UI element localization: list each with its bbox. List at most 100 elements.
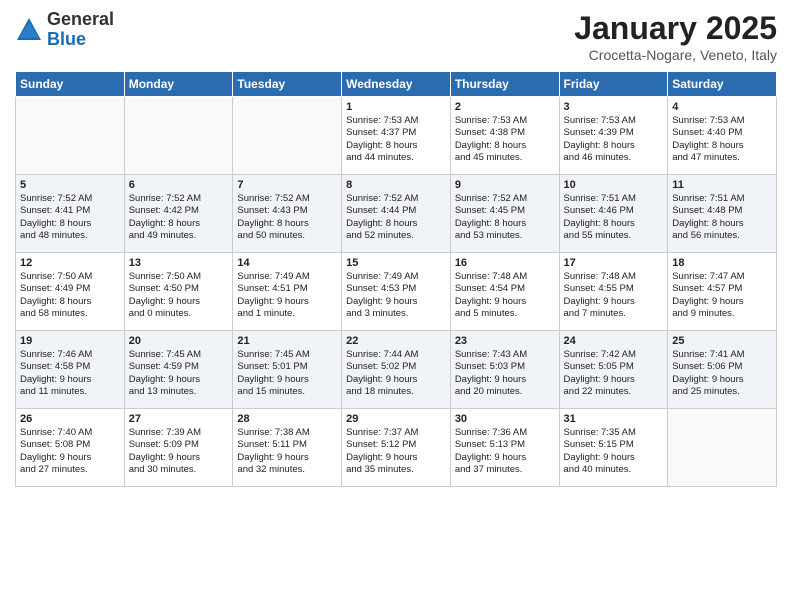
day-number: 9	[455, 179, 555, 191]
table-row: 12Sunrise: 7:50 AMSunset: 4:49 PMDayligh…	[16, 253, 125, 331]
table-row: 2Sunrise: 7:53 AMSunset: 4:38 PMDaylight…	[450, 97, 559, 175]
cell-text-line: Sunrise: 7:38 AM	[237, 427, 337, 439]
day-number: 29	[346, 413, 446, 425]
cell-text-line: Sunset: 4:58 PM	[20, 361, 120, 373]
cell-text-line: Sunrise: 7:43 AM	[455, 349, 555, 361]
cell-text-line: and 25 minutes.	[672, 386, 772, 398]
day-number: 25	[672, 335, 772, 347]
day-number: 17	[564, 257, 664, 269]
cell-text-line: Daylight: 8 hours	[20, 296, 120, 308]
table-row: 29Sunrise: 7:37 AMSunset: 5:12 PMDayligh…	[342, 409, 451, 487]
cell-text-line: and 58 minutes.	[20, 308, 120, 320]
cell-text-line: Sunset: 5:03 PM	[455, 361, 555, 373]
table-row: 19Sunrise: 7:46 AMSunset: 4:58 PMDayligh…	[16, 331, 125, 409]
table-row: 17Sunrise: 7:48 AMSunset: 4:55 PMDayligh…	[559, 253, 668, 331]
day-number: 26	[20, 413, 120, 425]
table-row: 28Sunrise: 7:38 AMSunset: 5:11 PMDayligh…	[233, 409, 342, 487]
table-row: 14Sunrise: 7:49 AMSunset: 4:51 PMDayligh…	[233, 253, 342, 331]
cell-text-line: Sunset: 4:55 PM	[564, 283, 664, 295]
cell-text-line: Daylight: 9 hours	[455, 374, 555, 386]
cell-text-line: Daylight: 9 hours	[564, 452, 664, 464]
cell-text-line: Sunrise: 7:37 AM	[346, 427, 446, 439]
table-row: 8Sunrise: 7:52 AMSunset: 4:44 PMDaylight…	[342, 175, 451, 253]
cell-text-line: and 18 minutes.	[346, 386, 446, 398]
cell-text-line: and 9 minutes.	[672, 308, 772, 320]
cell-text-line: Sunset: 4:48 PM	[672, 205, 772, 217]
cell-text-line: Sunset: 5:15 PM	[564, 439, 664, 451]
table-row	[16, 97, 125, 175]
header-tuesday: Tuesday	[233, 72, 342, 97]
cell-text-line: and 5 minutes.	[455, 308, 555, 320]
cell-text-line: Sunrise: 7:48 AM	[564, 271, 664, 283]
cell-text-line: Daylight: 9 hours	[129, 296, 229, 308]
cell-text-line: and 55 minutes.	[564, 230, 664, 242]
cell-text-line: Sunrise: 7:39 AM	[129, 427, 229, 439]
table-row: 6Sunrise: 7:52 AMSunset: 4:42 PMDaylight…	[124, 175, 233, 253]
cell-text-line: and 52 minutes.	[346, 230, 446, 242]
table-row: 27Sunrise: 7:39 AMSunset: 5:09 PMDayligh…	[124, 409, 233, 487]
table-row: 9Sunrise: 7:52 AMSunset: 4:45 PMDaylight…	[450, 175, 559, 253]
cell-text-line: Daylight: 8 hours	[672, 218, 772, 230]
day-number: 8	[346, 179, 446, 191]
cell-text-line: Sunrise: 7:52 AM	[20, 193, 120, 205]
cell-text-line: Daylight: 8 hours	[129, 218, 229, 230]
cell-text-line: Sunset: 4:40 PM	[672, 127, 772, 139]
cell-text-line: Sunset: 5:06 PM	[672, 361, 772, 373]
table-row: 25Sunrise: 7:41 AMSunset: 5:06 PMDayligh…	[668, 331, 777, 409]
cell-text-line: Daylight: 9 hours	[346, 374, 446, 386]
cell-text-line: Sunset: 4:43 PM	[237, 205, 337, 217]
cell-text-line: Sunset: 4:42 PM	[129, 205, 229, 217]
table-row: 23Sunrise: 7:43 AMSunset: 5:03 PMDayligh…	[450, 331, 559, 409]
cell-text-line: Daylight: 9 hours	[20, 374, 120, 386]
cell-text-line: and 30 minutes.	[129, 464, 229, 476]
cell-text-line: Daylight: 8 hours	[564, 218, 664, 230]
day-number: 22	[346, 335, 446, 347]
day-number: 16	[455, 257, 555, 269]
cell-text-line: Sunset: 4:53 PM	[346, 283, 446, 295]
table-row: 18Sunrise: 7:47 AMSunset: 4:57 PMDayligh…	[668, 253, 777, 331]
day-number: 4	[672, 101, 772, 113]
cell-text-line: Daylight: 9 hours	[564, 374, 664, 386]
cell-text-line: Sunset: 5:11 PM	[237, 439, 337, 451]
table-row	[233, 97, 342, 175]
cell-text-line: and 15 minutes.	[237, 386, 337, 398]
table-row: 31Sunrise: 7:35 AMSunset: 5:15 PMDayligh…	[559, 409, 668, 487]
table-row: 20Sunrise: 7:45 AMSunset: 4:59 PMDayligh…	[124, 331, 233, 409]
week-row-4: 26Sunrise: 7:40 AMSunset: 5:08 PMDayligh…	[16, 409, 777, 487]
cell-text-line: and 48 minutes.	[20, 230, 120, 242]
cell-text-line: Sunset: 4:37 PM	[346, 127, 446, 139]
logo-text: General Blue	[47, 10, 114, 50]
cell-text-line: and 11 minutes.	[20, 386, 120, 398]
cell-text-line: Sunset: 4:44 PM	[346, 205, 446, 217]
cell-text-line: Daylight: 9 hours	[129, 452, 229, 464]
table-row	[668, 409, 777, 487]
cell-text-line: Sunrise: 7:51 AM	[564, 193, 664, 205]
table-row: 1Sunrise: 7:53 AMSunset: 4:37 PMDaylight…	[342, 97, 451, 175]
table-row: 30Sunrise: 7:36 AMSunset: 5:13 PMDayligh…	[450, 409, 559, 487]
cell-text-line: Sunset: 4:39 PM	[564, 127, 664, 139]
cell-text-line: Daylight: 8 hours	[346, 218, 446, 230]
table-row: 15Sunrise: 7:49 AMSunset: 4:53 PMDayligh…	[342, 253, 451, 331]
cell-text-line: Sunset: 5:13 PM	[455, 439, 555, 451]
cell-text-line: Sunset: 4:51 PM	[237, 283, 337, 295]
day-number: 3	[564, 101, 664, 113]
cell-text-line: and 13 minutes.	[129, 386, 229, 398]
cell-text-line: Daylight: 9 hours	[672, 296, 772, 308]
cell-text-line: and 53 minutes.	[455, 230, 555, 242]
table-row: 16Sunrise: 7:48 AMSunset: 4:54 PMDayligh…	[450, 253, 559, 331]
weekday-header-row: Sunday Monday Tuesday Wednesday Thursday…	[16, 72, 777, 97]
cell-text-line: Daylight: 9 hours	[20, 452, 120, 464]
cell-text-line: Daylight: 8 hours	[237, 218, 337, 230]
cell-text-line: Sunrise: 7:49 AM	[346, 271, 446, 283]
cell-text-line: Daylight: 8 hours	[455, 218, 555, 230]
cell-text-line: Sunrise: 7:52 AM	[129, 193, 229, 205]
cell-text-line: Sunrise: 7:53 AM	[672, 115, 772, 127]
cell-text-line: Sunset: 4:46 PM	[564, 205, 664, 217]
cell-text-line: and 0 minutes.	[129, 308, 229, 320]
cell-text-line: Daylight: 9 hours	[237, 452, 337, 464]
cell-text-line: Daylight: 9 hours	[346, 452, 446, 464]
table-row: 24Sunrise: 7:42 AMSunset: 5:05 PMDayligh…	[559, 331, 668, 409]
header-wednesday: Wednesday	[342, 72, 451, 97]
cell-text-line: Sunrise: 7:44 AM	[346, 349, 446, 361]
cell-text-line: and 22 minutes.	[564, 386, 664, 398]
